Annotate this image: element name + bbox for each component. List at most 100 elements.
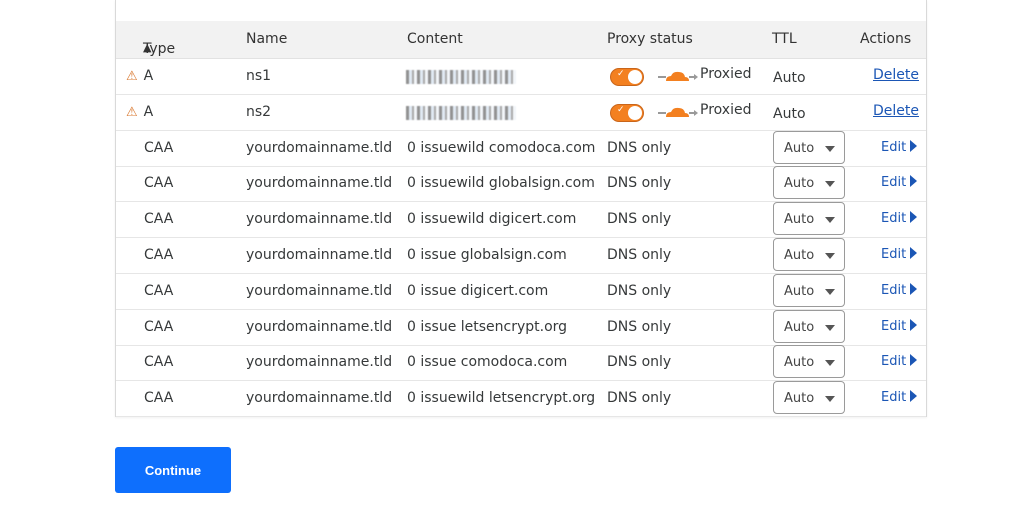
edit-label: Edit	[881, 139, 907, 155]
table-row: CAA yourdomainname.tld 0 issue globalsign.…	[116, 237, 926, 274]
type-cell: CAA	[144, 247, 174, 263]
ttl-select[interactable]: Auto	[773, 345, 845, 379]
content-redacted	[406, 70, 516, 84]
content-cell: 0 issue digicert.com	[407, 282, 549, 299]
edit-label: Edit	[881, 390, 907, 406]
proxy-status: DNS only	[607, 390, 672, 407]
name-cell: yourdomainname.tld	[246, 282, 393, 299]
proxy-status: DNS only	[607, 247, 672, 263]
content-cell: 0 issue letsencrypt.org	[407, 318, 568, 335]
edit-link[interactable]: Edit	[881, 139, 918, 155]
edit-label: Edit	[881, 211, 907, 227]
edit-link[interactable]: Edit	[881, 390, 918, 406]
ttl-selected-value: Auto	[784, 319, 815, 335]
name-cell: yourdomainname.tld	[246, 175, 393, 192]
table-row: CAA yourdomainname.tld 0 issue digicert.co…	[116, 273, 926, 310]
name-cell: yourdomainname.tld	[246, 247, 393, 263]
ttl-selected-value: Auto	[784, 283, 815, 299]
edit-label: Edit	[881, 175, 907, 191]
proxy-status: Proxied	[700, 101, 752, 118]
check-icon: ✓	[617, 69, 625, 79]
column-content: Content	[407, 31, 463, 47]
caret-right-icon	[910, 247, 918, 259]
ttl-select[interactable]: Auto	[773, 238, 845, 271]
table-header: Type ▲ Name Content Proxy status TTL Act…	[116, 21, 926, 59]
table-row: CAA yourdomainname.tld 0 issuewild comodoc…	[116, 130, 926, 167]
table-row: ⚠ Ans2 ✓ Proxied Auto Delete	[116, 94, 926, 131]
content-cell: 0 issuewild comodoca.com	[407, 139, 596, 156]
content-cell: 0 issue globalsign.com	[407, 247, 567, 263]
ttl-selected-value: Auto	[784, 176, 815, 192]
column-ttl: TTL	[772, 31, 797, 47]
edit-label: Edit	[881, 318, 907, 334]
column-proxy-status: Proxy status	[607, 31, 693, 47]
caret-right-icon	[910, 175, 918, 188]
name-cell: ns1	[246, 68, 272, 84]
type-cell: ⚠ A	[126, 68, 153, 84]
proxy-status: DNS only	[607, 175, 672, 192]
chevron-down-icon	[825, 145, 835, 152]
proxy-status: DNS only	[607, 354, 672, 371]
warning-icon: ⚠	[126, 104, 138, 120]
edit-link[interactable]: Edit	[881, 354, 918, 369]
ttl-value: Auto	[773, 105, 806, 122]
check-icon: ✓	[617, 104, 625, 115]
ttl-selected-value: Auto	[784, 391, 815, 407]
ttl-selected-value: Auto	[784, 248, 815, 263]
proxy-status: DNS only	[607, 211, 672, 228]
chevron-down-icon	[825, 253, 835, 259]
delete-link[interactable]: Delete	[873, 103, 919, 119]
sort-ascending-icon: ▲	[143, 41, 152, 54]
chevron-down-icon	[825, 396, 835, 403]
chevron-down-icon	[825, 288, 835, 295]
continue-button[interactable]: Continue	[115, 447, 231, 493]
name-cell: ns2	[246, 103, 272, 120]
column-name: Name	[246, 31, 288, 47]
type-cell: CAA	[144, 211, 174, 228]
type-cell: CAA	[144, 318, 174, 335]
ttl-select[interactable]: Auto	[773, 130, 845, 164]
ttl-select[interactable]: Auto	[773, 309, 845, 343]
column-actions: Actions	[860, 31, 912, 47]
warning-icon: ⚠	[126, 69, 138, 84]
ttl-select[interactable]: Auto	[773, 381, 845, 415]
chevron-down-icon	[825, 217, 835, 224]
edit-link[interactable]: Edit	[881, 175, 918, 191]
caret-right-icon	[910, 390, 918, 403]
ttl-selected-value: Auto	[784, 355, 815, 371]
edit-link[interactable]: Edit	[881, 211, 918, 227]
dns-records-table: Type ▲ Name Content Proxy status TTL Act…	[115, 0, 927, 418]
proxy-toggle[interactable]: ✓	[610, 68, 644, 86]
delete-link[interactable]: Delete	[873, 67, 919, 83]
type-label: A	[143, 68, 154, 84]
chevron-down-icon	[825, 360, 835, 367]
table-row: CAA yourdomainname.tld 0 issuewild globals…	[116, 165, 926, 203]
edit-label: Edit	[881, 247, 907, 262]
edit-link[interactable]: Edit	[881, 282, 918, 298]
name-cell: yourdomainname.tld	[246, 211, 393, 228]
edit-link[interactable]: Edit	[881, 318, 918, 334]
type-cell: ⚠ A	[126, 104, 153, 120]
type-cell: CAA	[144, 139, 174, 156]
ttl-value: Auto	[773, 70, 806, 86]
table-row: CAA yourdomainname.tld 0 issuewild letsenc…	[116, 380, 926, 418]
edit-link[interactable]: Edit	[881, 247, 918, 262]
ttl-selected-value: Auto	[784, 212, 815, 228]
type-cell: CAA	[144, 175, 174, 192]
table-row: CAA yourdomainname.tld 0 issue letsencrypt…	[116, 309, 926, 346]
type-label: A	[143, 103, 154, 120]
cloud-icon	[658, 69, 698, 87]
ttl-selected-value: Auto	[784, 140, 815, 156]
name-cell: yourdomainname.tld	[246, 139, 393, 156]
proxy-toggle[interactable]: ✓	[610, 103, 644, 122]
ttl-select[interactable]: Auto	[773, 273, 845, 307]
ttl-select[interactable]: Auto	[773, 166, 845, 200]
type-cell: CAA	[144, 354, 174, 371]
caret-right-icon	[910, 354, 918, 367]
name-cell: yourdomainname.tld	[246, 390, 393, 407]
edit-label: Edit	[881, 282, 907, 298]
proxy-status: DNS only	[607, 282, 672, 299]
cloud-icon	[658, 105, 698, 123]
ttl-select[interactable]: Auto	[773, 202, 845, 236]
type-cell: CAA	[144, 390, 174, 407]
